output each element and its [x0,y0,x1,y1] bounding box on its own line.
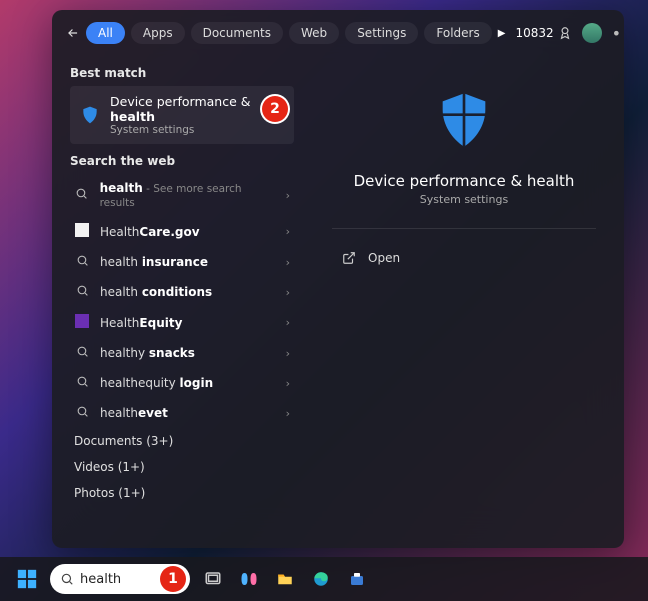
search-icon [74,345,90,361]
start-button[interactable] [14,566,40,592]
search-icon [74,375,90,391]
tab-settings[interactable]: Settings [345,22,418,44]
search-input[interactable] [80,572,150,587]
search-icon [60,572,74,586]
search-topbar: All Apps Documents Web Settings Folders … [52,10,624,54]
web-result-text: health insurance [100,255,208,269]
web-result-item[interactable]: healthevet › [70,398,294,428]
web-result-text: HealthEquity [100,316,182,330]
edge-icon[interactable] [308,566,334,592]
annotation-marker-1: 1 [160,566,186,592]
search-icon [74,187,90,203]
chevron-right-icon: › [286,377,290,390]
search-web-label: Search the web [70,154,304,168]
file-explorer-icon[interactable] [272,566,298,592]
best-match-title: Device performance & health [110,94,284,124]
points-value: 10832 [515,26,553,40]
taskbar-search[interactable]: 1 [50,564,190,594]
site-icon [74,314,90,331]
best-match-item[interactable]: Device performance & health System setti… [70,86,294,144]
web-result-text: HealthCare.gov [100,225,200,239]
web-result-item[interactable]: health - See more search results › [70,174,294,216]
task-view-icon[interactable] [200,566,226,592]
detail-subtitle: System settings [420,193,508,206]
web-result-text: healthequity login [100,376,213,390]
tab-all[interactable]: All [86,22,125,44]
rewards-points[interactable]: 10832 [515,26,571,40]
tab-folders[interactable]: Folders [424,22,491,44]
play-icon[interactable]: ▶ [498,28,506,39]
more-icon[interactable]: ••• [612,24,624,43]
web-result-item[interactable]: healthy snacks › [70,338,294,368]
chevron-right-icon: › [286,189,290,202]
chevron-right-icon: › [286,286,290,299]
best-match-label: Best match [70,66,304,80]
detail-pane: Device performance & health System setti… [304,54,624,548]
store-icon[interactable] [344,566,370,592]
search-icon [74,405,90,421]
site-icon [74,223,90,240]
search-icon [74,284,90,300]
rewards-icon [558,26,572,40]
web-result-text: healthy snacks [100,346,195,360]
documents-group[interactable]: Documents (3+) [70,428,304,454]
chevron-right-icon: › [286,225,290,238]
search-icon [74,254,90,270]
shield-icon [432,88,496,156]
videos-group[interactable]: Videos (1+) [70,454,304,480]
annotation-marker-2: 2 [262,96,288,122]
web-result-item[interactable]: HealthCare.gov › [70,216,294,247]
tab-documents[interactable]: Documents [191,22,283,44]
chevron-right-icon: › [286,316,290,329]
tab-web[interactable]: Web [289,22,339,44]
divider [332,228,596,229]
results-column: Best match Device performance & health S… [52,54,304,548]
web-result-text: health conditions [100,285,212,299]
open-button[interactable]: Open [342,251,400,265]
search-panel: All Apps Documents Web Settings Folders … [52,10,624,548]
tab-apps[interactable]: Apps [131,22,185,44]
best-match-subtitle: System settings [110,124,284,136]
web-result-text: health - See more search results [100,181,276,209]
back-button[interactable] [66,20,80,46]
web-result-text: healthevet [100,406,168,420]
detail-title: Device performance & health [354,172,575,190]
chevron-right-icon: › [286,256,290,269]
web-result-item[interactable]: HealthEquity › [70,307,294,338]
arrow-left-icon [66,26,80,40]
photos-group[interactable]: Photos (1+) [70,480,304,506]
web-result-item[interactable]: health conditions › [70,277,294,307]
avatar[interactable] [582,23,602,43]
copilot-icon[interactable] [236,566,262,592]
taskbar: 1 [0,557,648,601]
shield-icon [80,105,100,125]
web-result-item[interactable]: health insurance › [70,247,294,277]
open-label: Open [368,251,400,265]
web-result-item[interactable]: healthequity login › [70,368,294,398]
chevron-right-icon: › [286,407,290,420]
chevron-right-icon: › [286,347,290,360]
open-icon [342,251,356,265]
